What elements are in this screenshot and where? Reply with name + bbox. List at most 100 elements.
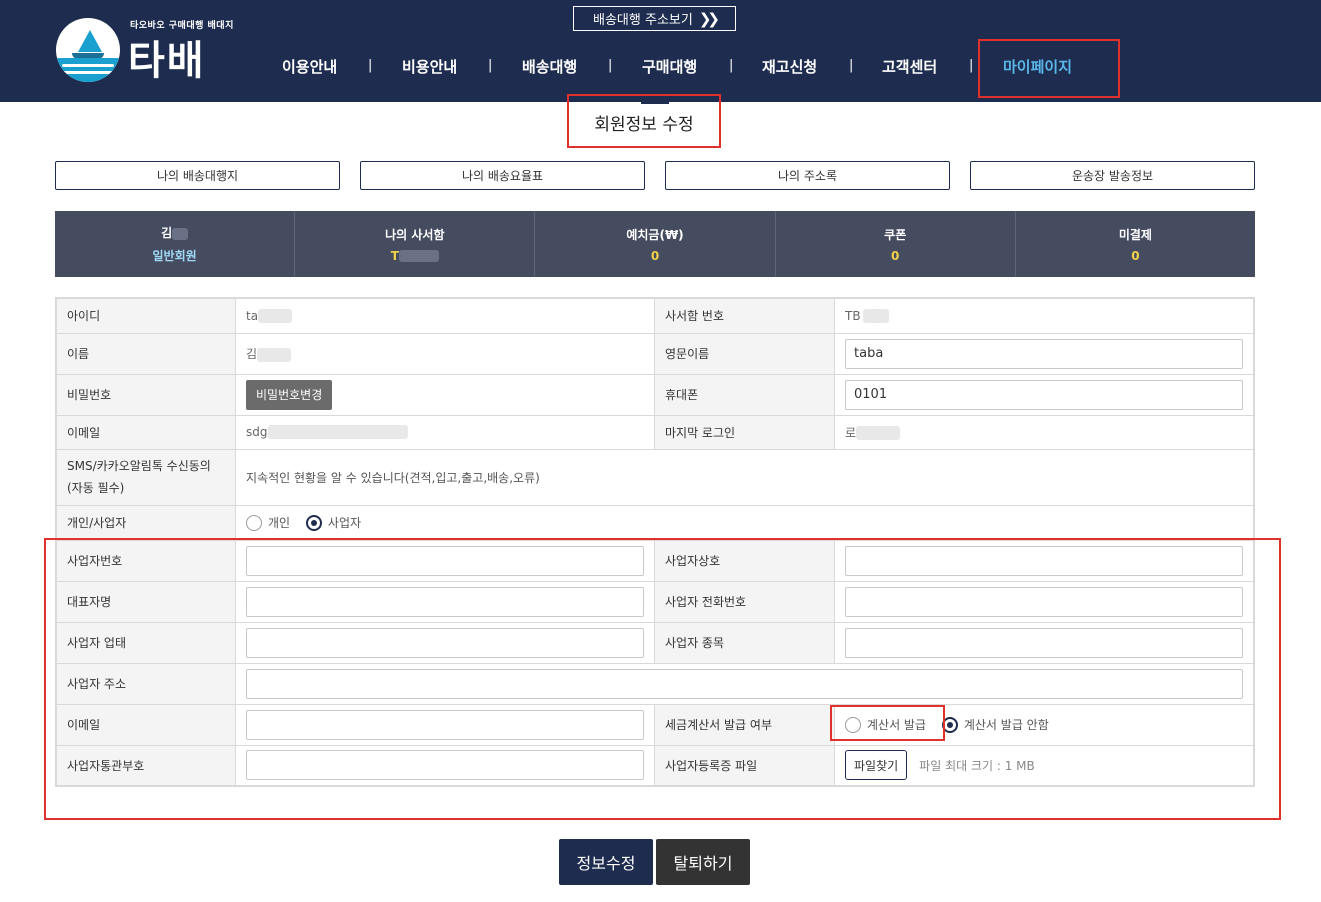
table-row: 사업자통관부호 사업자등록증 파일 파일찾기 파일 최대 크기 : 1 MB <box>55 744 1255 787</box>
radio-invoice-yes-label: 계산서 발급 <box>867 718 927 732</box>
nav-item-support[interactable]: 고객센터 <box>882 56 937 77</box>
unpaid-label: 미결제 <box>1118 227 1152 242</box>
biz-phone-input[interactable] <box>845 586 1243 617</box>
biz-item-input[interactable] <box>845 627 1243 658</box>
email-value: sdg <box>235 414 655 450</box>
biz-name-input[interactable] <box>845 545 1243 576</box>
biz-item-cell <box>834 621 1255 664</box>
radio-invoice-no-label: 계산서 발급 안함 <box>963 718 1049 732</box>
page-title: 회원정보 수정 <box>567 96 721 148</box>
coupon-label: 쿠폰 <box>884 227 907 242</box>
biz-file-label: 사업자등록증 파일 <box>654 744 835 787</box>
tax-invoice-cell: 계산서 발급 계산서 발급 안함 <box>834 703 1255 746</box>
customs-no-input[interactable] <box>246 750 644 781</box>
stat-coupon[interactable]: 쿠폰 0 <box>776 211 1016 277</box>
my-shipping-address-button[interactable]: 나의 배송대행지 <box>55 161 340 190</box>
table-row: 이메일 sdg 마지막 로그인 로 <box>55 414 1255 450</box>
stat-member: 김 일반회원 <box>55 211 296 277</box>
deposit-label: 예치금(₩) <box>626 227 684 242</box>
ceo-name-label: 대표자명 <box>55 580 236 623</box>
password-label: 비밀번호 <box>55 373 236 416</box>
biz-item-label: 사업자 종목 <box>654 621 835 664</box>
email-label: 이메일 <box>55 414 236 450</box>
biz-email-input[interactable] <box>246 709 644 740</box>
file-browse-button[interactable]: 파일찾기 <box>845 750 908 781</box>
sms-consent-value: 지속적인 현황을 알 수 있습니다(견적,입고,출고,배송,오류) <box>235 448 1255 506</box>
biz-address-input[interactable] <box>246 668 1243 699</box>
radio-invoice-yes[interactable] <box>845 716 861 733</box>
biz-file-cell: 파일찾기 파일 최대 크기 : 1 MB <box>834 744 1255 787</box>
member-name: 김 <box>161 224 189 241</box>
table-row: 사업자 업태 사업자 종목 <box>55 621 1255 664</box>
table-row: 개인/사업자 개인 사업자 <box>55 504 1255 541</box>
mailbox-label: 나의 사서함 <box>385 227 445 242</box>
biz-no-input[interactable] <box>246 545 644 576</box>
biz-name-cell <box>834 539 1255 582</box>
mailbox-no-label: 사서함 번호 <box>654 297 835 334</box>
file-size-note: 파일 최대 크기 : 1 MB <box>919 758 1035 773</box>
deposit-value: 0 <box>650 248 660 263</box>
nav-separator: | <box>488 58 493 73</box>
eng-name-input[interactable] <box>845 338 1243 369</box>
withdraw-button[interactable]: 탈퇴하기 <box>656 839 750 885</box>
nav-item-guide[interactable]: 이용안내 <box>282 56 337 77</box>
logo-icon[interactable] <box>56 18 120 82</box>
table-row: 이름 김 영문이름 <box>55 332 1255 375</box>
radio-personal[interactable] <box>246 514 262 531</box>
eng-name-label: 영문이름 <box>654 332 835 375</box>
nav-separator: | <box>849 58 854 73</box>
nav-item-purchase[interactable]: 구매대행 <box>642 56 697 77</box>
biz-type-label: 사업자 업태 <box>55 621 236 664</box>
member-type-label: 개인/사업자 <box>55 504 236 541</box>
shipping-address-button[interactable]: 배송대행 주소보기 ❯❯ <box>573 6 736 31</box>
password-cell: 비밀번호변경 <box>235 373 655 416</box>
biz-email-cell <box>235 703 655 746</box>
nav-separator: | <box>368 58 373 73</box>
my-address-book-button[interactable]: 나의 주소록 <box>665 161 950 190</box>
radio-business-label: 사업자 <box>327 516 362 530</box>
shipping-address-label: 배송대행 주소보기 <box>593 13 693 28</box>
waybill-info-button[interactable]: 운송장 발송정보 <box>970 161 1255 190</box>
id-label: 아이디 <box>55 297 236 334</box>
nav-separator: | <box>608 58 613 73</box>
table-row: 아이디 ta 사서함 번호 TB <box>55 297 1255 334</box>
name-value: 김 <box>235 332 655 375</box>
biz-email-label: 이메일 <box>55 703 236 746</box>
table-row: 이메일 세금계산서 발급 여부 계산서 발급 계산서 발급 안함 <box>55 703 1255 746</box>
stat-deposit[interactable]: 예치금(₩) 0 <box>535 211 776 277</box>
nav-item-mypage[interactable]: 마이페이지 <box>1003 56 1072 77</box>
logo-text[interactable]: 타배 <box>128 28 206 86</box>
biz-type-cell <box>235 621 655 664</box>
customs-no-label: 사업자통관부호 <box>55 744 236 787</box>
my-shipping-rates-button[interactable]: 나의 배송요율표 <box>360 161 645 190</box>
table-row: 대표자명 사업자 전화번호 <box>55 580 1255 623</box>
change-password-button[interactable]: 비밀번호변경 <box>246 379 333 410</box>
mailbox-no-value: TB <box>834 297 1255 334</box>
phone-label: 휴대폰 <box>654 373 835 416</box>
table-row: 사업자 주소 <box>55 662 1255 705</box>
radio-personal-label: 개인 <box>268 516 291 530</box>
update-info-button[interactable]: 정보수정 <box>559 839 653 885</box>
biz-address-cell <box>235 662 1255 705</box>
radio-business[interactable] <box>305 514 322 531</box>
nav-item-cost[interactable]: 비용안내 <box>402 56 457 77</box>
member-info-table: 아이디 ta 사서함 번호 TB 이름 김 영문이름 비밀번호 비밀번호변경 휴… <box>55 297 1255 787</box>
last-login-value: 로 <box>834 414 1255 450</box>
coupon-value: 0 <box>891 248 900 263</box>
table-row: SMS/카카오알림톡 수신동의 (자동 필수) 지속적인 현황을 알 수 있습니… <box>55 448 1255 506</box>
stat-unpaid[interactable]: 미결제 0 <box>1016 211 1255 277</box>
page-title-text: 회원정보 수정 <box>594 114 694 135</box>
nav-item-stock[interactable]: 재고신청 <box>762 56 817 77</box>
table-row: 비밀번호 비밀번호변경 휴대폰 <box>55 373 1255 416</box>
member-type-cell: 개인 사업자 <box>235 504 1255 541</box>
biz-type-input[interactable] <box>246 627 644 658</box>
table-row: 사업자번호 사업자상호 <box>55 539 1255 582</box>
biz-no-cell <box>235 539 655 582</box>
stat-mailbox: 나의 사서함 T <box>295 211 536 277</box>
nav-item-shipping[interactable]: 배송대행 <box>522 56 577 77</box>
phone-input[interactable] <box>845 379 1243 410</box>
radio-invoice-no[interactable] <box>941 716 958 733</box>
unpaid-value: 0 <box>1131 248 1140 263</box>
ceo-name-input[interactable] <box>246 586 644 617</box>
phone-cell <box>834 373 1255 416</box>
